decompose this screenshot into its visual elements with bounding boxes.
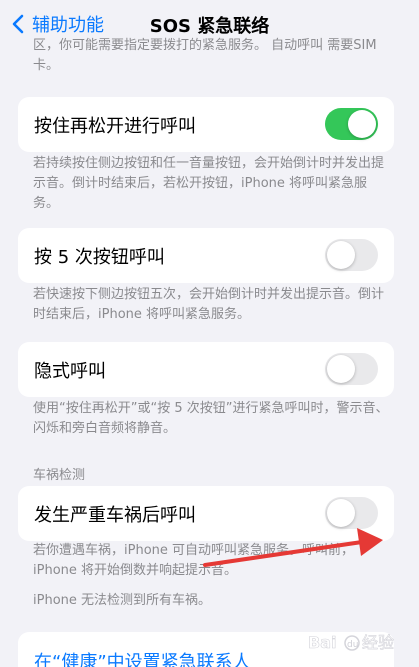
baidu-jingyan-watermark-icon: Bai du 经验 [308,633,395,653]
annotation-arrow-icon [203,528,383,567]
svg-text:经验: 经验 [362,633,394,652]
svg-text:Bai: Bai [308,633,336,652]
svg-text:du: du [347,640,358,650]
